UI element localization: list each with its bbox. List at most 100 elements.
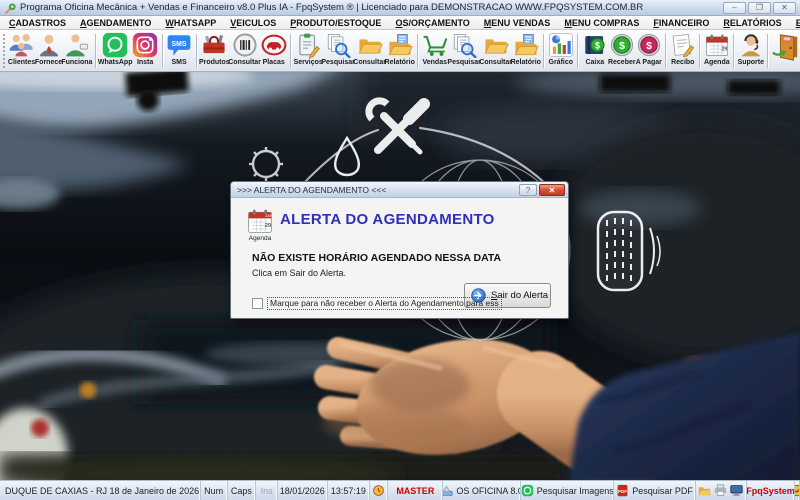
printer-icon[interactable] [714,484,727,497]
fpq-icon [795,484,799,497]
alert-heading: ALERTA DO AGENDAMENTO [280,211,495,228]
toolbar-whatsapp-button[interactable]: WhatsApp [97,31,133,71]
os-icon [443,484,453,497]
menu-menu-compras[interactable]: MENU COMPRAS [557,18,646,28]
svg-text:JAN: JAN [265,213,273,218]
status-tools-cell [696,481,748,500]
minimize-button[interactable]: – [723,1,746,14]
barcode-icon [232,32,258,58]
clock-icon [372,484,385,497]
menu-agendamento[interactable]: AGENDAMENTO [73,18,158,28]
whatsapp-icon [102,32,128,58]
svg-text:29: 29 [721,47,727,53]
toolbar-label: WhatsApp [97,59,133,66]
toolbar-consultar-button[interactable]: Consultar [353,31,386,71]
close-button[interactable]: ✕ [773,1,796,14]
status-search-pdf[interactable]: PDF Pesquisar PDF [614,481,696,500]
agenda-calendar-icon: JAN 29 Agenda [244,207,276,242]
toolbar-fornece-button[interactable]: Fornece [35,31,62,71]
toolbar-placas-button[interactable]: Placas [260,31,287,71]
toolbar-label: Receber [607,59,636,66]
restore-button[interactable]: ❐ [748,1,771,14]
toolbar-vendas-button[interactable]: Vendas [421,31,448,71]
alert-dialog: >>> ALERTA DO AGENDAMENTO <<< ? ✕ JAN 29 [230,181,569,319]
instagram-icon [132,32,158,58]
report-icon [513,32,539,58]
menu-whatsapp[interactable]: WHATSAPP [158,18,223,28]
toolbar-label: Consultar [228,59,261,66]
toolbar-servicos-button[interactable]: Serviços [294,31,323,71]
status-clock-cell [370,481,389,500]
toolbar-separator [730,31,737,71]
svg-text:$: $ [595,40,600,50]
suppress-alert-row: Marque para não receber o Alerta do Agen… [252,297,502,310]
supplier-icon [36,32,62,58]
plate-car-icon [261,32,287,58]
toolbar-separator [540,31,547,71]
menu-menu-vendas[interactable]: MENU VENDAS [477,18,558,28]
search-docs-icon [451,32,477,58]
menu-os-orcamento[interactable]: OS/ORÇAMENTO [388,18,476,28]
svg-text:SMS: SMS [172,41,187,48]
toolbar-sms-button[interactable]: SMS SMS [166,31,193,71]
svg-text:29: 29 [265,223,271,229]
toolbar-relatorio-button[interactable]: Relatório [384,31,415,71]
folder-icon[interactable] [698,484,712,497]
support-icon [738,32,764,58]
app-icon [4,2,16,14]
svg-text:$: $ [619,40,625,52]
menu-veiculos[interactable]: VEICULOS [223,18,283,28]
toolbar-label: Relatório [384,59,415,66]
dialog-close-button[interactable]: ✕ [539,183,565,196]
toolbar-receber-button[interactable]: $ Receber [607,31,636,71]
alert-dialog-titlebar[interactable]: >>> ALERTA DO AGENDAMENTO <<< ? ✕ [231,182,568,198]
toolbar-label: Placas [262,59,285,66]
menu-estatistica[interactable]: ESTATISTICA [789,18,800,28]
toolbar-suporte-button[interactable]: Suporte [737,31,764,71]
alert-instruction: Clica em Sair do Alerta. [252,268,347,278]
toolbar-caixa-button[interactable]: $ Caixa [581,31,608,71]
alert-message: NÃO EXISTE HORÁRIO AGENDADO NESSA DATA [252,252,502,264]
toolbar-recibo-button[interactable]: Recibo [669,31,696,71]
chart-icon [548,32,574,58]
suppress-alert-checkbox[interactable] [252,298,263,309]
toolbar-insta-button[interactable]: Insta [132,31,159,71]
toolbar-consultar-button[interactable]: Consultar [479,31,512,71]
toolbar-clientes-button[interactable]: Clientes [8,31,35,71]
toolbar-separator [696,31,703,71]
menu-cadastros[interactable]: CADASTROS [2,18,73,28]
app-window: Programa Oficina Mecânica + Vendas e Fin… [0,0,800,500]
status-module: OS OFICINA 8.0 [443,481,521,500]
dialog-help-button[interactable]: ? [519,183,537,196]
toolbar-label: Pesquisar [321,59,355,66]
status-user: MASTER [388,481,444,500]
toolbar-grafico-button[interactable]: Gráfico [547,31,574,71]
toolbar-label: Pesquisar [447,59,481,66]
toolbar-agenda-button[interactable]: 29 Agenda [703,31,730,71]
toolbar-separator [159,31,166,71]
toolbar-label: Fornece [34,59,63,66]
toolbar-pesquisar-button[interactable]: Pesquisar [321,31,355,71]
toolbar-consultar-button[interactable]: Consultar [228,31,261,71]
monitor-icon[interactable] [730,484,743,497]
toolbar-exit-button[interactable]: EXIT [771,31,800,71]
menu-financeiro[interactable]: FINANCEIRO [646,18,716,28]
toolbar-pesquisar-button[interactable]: Pesquisar [447,31,481,71]
toolbar-label: Recibo [671,59,695,66]
toolbar-produtos-button[interactable]: Produtos [198,31,230,71]
toolbar-relatorio-button[interactable]: Relatório [511,31,541,71]
toolbar-a-pagar-button[interactable]: $ A Pagar [635,31,662,71]
cashbook-icon: $ [582,32,608,58]
menu-relatorios[interactable]: RELATÓRIOS [716,18,788,28]
toolbar-funciona-button[interactable]: Funciona [61,31,92,71]
sms-icon: SMS [166,32,192,58]
menu-produto-estoque[interactable]: PRODUTO/ESTOQUE [283,18,388,28]
toolbar-label: Produtos [198,59,230,66]
open-folder-icon [483,32,509,58]
alert-dialog-body: JAN 29 Agenda ALERTA DO AGENDAMENTO NÃO … [231,198,568,318]
svg-text:PDF: PDF [618,489,627,494]
toolbar-label: Agenda [703,59,730,66]
status-search-images[interactable]: Pesquisar Imagens [521,481,615,500]
money-red-icon: $ [636,32,662,58]
toolbar-label: Consultar [479,59,512,66]
